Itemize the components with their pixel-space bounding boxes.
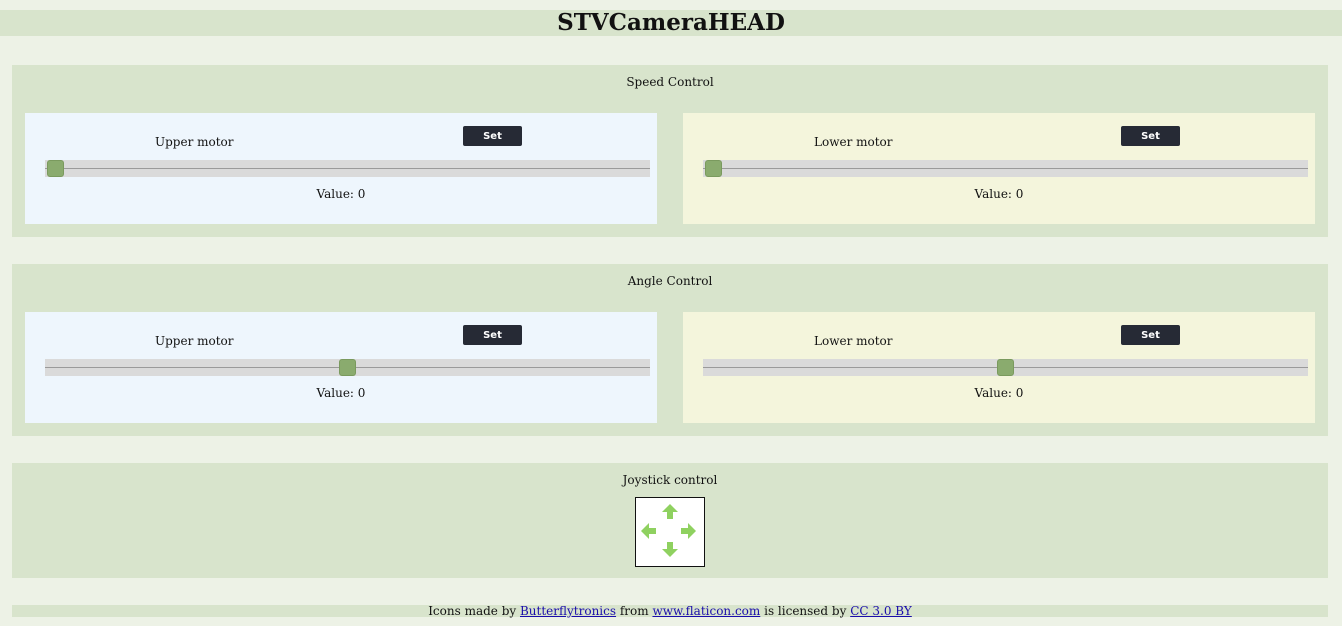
speed-lower-motor-card: Lower motor Set Value: 0 [683,113,1315,224]
joystick-control-title: Joystick control [622,473,718,487]
angle-lower-set-button[interactable]: Set [1121,325,1180,345]
angle-lower-slider[interactable] [703,359,1308,376]
slider-thumb[interactable] [339,359,356,376]
joystick-control-panel: Joystick control [12,463,1328,578]
speed-control-title: Speed Control [626,75,714,89]
slider-track [703,168,1308,169]
angle-lower-value: Value: 0 [974,386,1024,400]
slider-thumb[interactable] [47,160,64,177]
license-link[interactable]: CC 3.0 BY [850,604,912,618]
speed-lower-motor-label: Lower motor [814,135,893,149]
speed-lower-value: Value: 0 [974,187,1024,201]
footer-from: from [616,604,653,618]
speed-upper-motor-card: Upper motor Set Value: 0 [25,113,657,224]
arrow-right-icon[interactable] [681,523,696,539]
angle-upper-set-button[interactable]: Set [463,325,522,345]
arrow-down-icon[interactable] [662,542,678,557]
title-bar: STVCameraHEAD [0,10,1342,36]
joystick-pad [635,497,705,567]
slider-thumb[interactable] [997,359,1014,376]
arrow-left-icon[interactable] [641,523,656,539]
slider-track [45,168,650,169]
speed-lower-set-button[interactable]: Set [1121,126,1180,146]
author-link[interactable]: Butterflytronics [520,604,616,618]
speed-control-panel: Speed Control Upper motor Set Value: 0 L… [12,65,1328,237]
angle-upper-slider[interactable] [45,359,650,376]
speed-upper-value: Value: 0 [316,187,366,201]
angle-lower-motor-card: Lower motor Set Value: 0 [683,312,1315,423]
footer-credits: Icons made by Butterflytronics from www.… [12,605,1328,617]
speed-upper-set-button[interactable]: Set [463,126,522,146]
angle-upper-motor-label: Upper motor [155,334,234,348]
speed-upper-motor-label: Upper motor [155,135,234,149]
flaticon-link[interactable]: www.flaticon.com [652,604,760,618]
footer-prefix: Icons made by [428,604,520,618]
angle-upper-motor-card: Upper motor Set Value: 0 [25,312,657,423]
page-title: STVCameraHEAD [557,9,785,36]
angle-control-title: Angle Control [627,274,713,288]
slider-thumb[interactable] [705,160,722,177]
speed-lower-slider[interactable] [703,160,1308,177]
angle-control-panel: Angle Control Upper motor Set Value: 0 L… [12,264,1328,436]
speed-upper-slider[interactable] [45,160,650,177]
footer-licensed: is licensed by [760,604,851,618]
arrow-up-icon[interactable] [662,504,678,519]
angle-upper-value: Value: 0 [316,386,366,400]
angle-lower-motor-label: Lower motor [814,334,893,348]
